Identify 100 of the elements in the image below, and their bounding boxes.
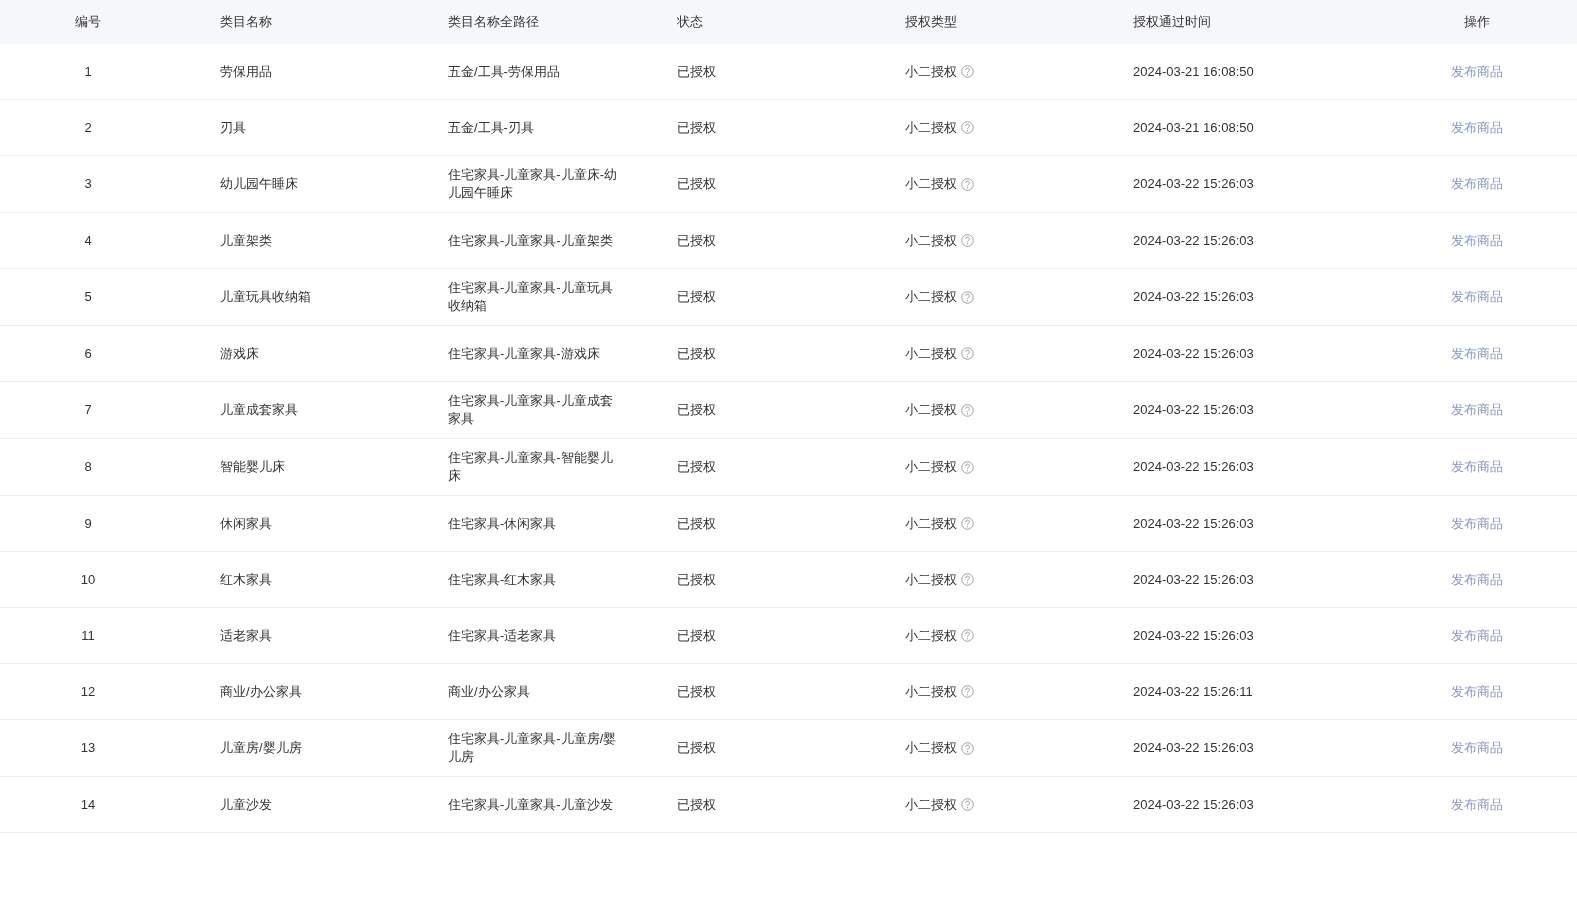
table-cell: 2024-03-21 16:08:50	[1133, 63, 1254, 79]
table-cell-text: 小二授权	[905, 231, 957, 250]
table-cell-text: 小二授权	[905, 175, 957, 194]
publish-link[interactable]: 发布商品	[1451, 61, 1503, 82]
publish-link[interactable]: 发布商品	[1451, 400, 1503, 420]
table-cell: 已授权	[677, 402, 716, 418]
table-cell: 儿童架类	[220, 232, 272, 248]
help-icon[interactable]	[961, 347, 974, 360]
table-cell: 已授权	[677, 683, 716, 699]
table-cell-text: 住宅家具-儿童家具-儿童成套家具	[448, 392, 614, 428]
table-cell-text: 住宅家具-儿童家具-游戏床	[448, 344, 601, 363]
table-cell: 2024-03-22 15:26:03	[1133, 459, 1254, 475]
help-icon[interactable]	[961, 290, 974, 304]
table-cell: 儿童沙发	[220, 796, 272, 812]
help-icon[interactable]	[961, 685, 974, 698]
publish-link[interactable]: 发布商品	[1451, 569, 1503, 590]
table-cell-text: 住宅家具-适老家具	[448, 626, 558, 645]
table-cell-text: 住宅家具-儿童家具-儿童沙发	[448, 795, 614, 814]
table-cell: 2024-03-22 15:26:11	[1133, 683, 1253, 699]
table-cell-text: 小二授权	[905, 401, 957, 420]
table-cell: 适老家具	[220, 627, 272, 643]
table-cell-text: 小二授权	[905, 118, 957, 137]
publish-link[interactable]: 发布商品	[1451, 287, 1503, 307]
table-cell: 已授权	[677, 176, 716, 192]
table-cell: 2024-03-22 15:26:03	[1133, 402, 1254, 418]
table-cell-text: 小二授权	[905, 458, 957, 477]
publish-link[interactable]: 发布商品	[1451, 117, 1503, 138]
table-cell-text: 4	[84, 231, 92, 250]
table-cell: 2024-03-22 15:26:03	[1133, 627, 1254, 643]
table-cell-text: 小二授权	[905, 682, 957, 701]
publish-link[interactable]: 发布商品	[1451, 681, 1503, 702]
table-cell-text: 6	[84, 344, 92, 363]
table-cell: 劳保用品	[220, 63, 272, 79]
help-icon[interactable]	[961, 460, 974, 474]
table-cell-text: 3	[84, 175, 92, 194]
table-cell: 儿童成套家具	[220, 402, 298, 418]
column-header: 编号	[75, 13, 101, 32]
table-cell: 已授权	[677, 289, 716, 305]
table-cell: 儿童房/婴儿房	[220, 740, 302, 756]
help-icon[interactable]	[961, 403, 974, 417]
column-header: 类目名称	[220, 14, 272, 30]
table-cell-text: 13	[80, 739, 96, 758]
table-cell: 已授权	[677, 571, 716, 587]
table-cell: 儿童玩具收纳箱	[220, 289, 311, 305]
table-cell-text: 9	[84, 514, 92, 533]
table-cell: 刃具	[220, 119, 246, 135]
help-icon[interactable]	[961, 177, 974, 191]
table-cell-text: 五金/工具-劳保用品	[448, 62, 561, 81]
column-header: 授权通过时间	[1133, 14, 1211, 30]
table-cell-text: 住宅家具-儿童家具-儿童床-幼儿园午睡床	[448, 166, 618, 202]
publish-link[interactable]: 发布商品	[1451, 625, 1503, 646]
help-icon[interactable]	[961, 121, 974, 134]
table-cell: 商业/办公家具	[220, 683, 302, 699]
table-cell: 2024-03-22 15:26:03	[1133, 176, 1254, 192]
help-icon[interactable]	[961, 741, 974, 755]
table-cell: 已授权	[677, 232, 716, 248]
table-cell-text: 5	[84, 288, 92, 307]
table-cell-text: 住宅家具-儿童家具-儿童玩具收纳箱	[448, 279, 614, 315]
table-cell: 2024-03-22 15:26:03	[1133, 232, 1254, 248]
table-cell-text: 五金/工具-刃具	[448, 118, 535, 137]
table-cell-text: 2	[84, 118, 92, 137]
publish-link[interactable]: 发布商品	[1451, 513, 1503, 534]
column-header: 授权类型	[905, 14, 957, 30]
table-cell-text: 小二授权	[905, 626, 957, 645]
help-icon[interactable]	[961, 65, 974, 78]
publish-link[interactable]: 发布商品	[1451, 174, 1503, 194]
table-cell: 红木家具	[220, 571, 272, 587]
table-cell: 2024-03-22 15:26:03	[1133, 289, 1254, 305]
table-cell: 2024-03-22 15:26:03	[1133, 796, 1254, 812]
table-cell-text: 小二授权	[905, 62, 957, 81]
table-cell-text: 12	[80, 682, 96, 701]
publish-link[interactable]: 发布商品	[1451, 343, 1503, 364]
table-cell: 2024-03-21 16:08:50	[1133, 119, 1254, 135]
publish-link[interactable]: 发布商品	[1451, 738, 1503, 758]
table-cell: 已授权	[677, 459, 716, 475]
table-cell-text: 住宅家具-儿童家具-智能婴儿床	[448, 449, 614, 485]
help-icon[interactable]	[961, 798, 974, 811]
help-icon[interactable]	[961, 573, 974, 586]
publish-link[interactable]: 发布商品	[1451, 457, 1503, 477]
table-cell-text: 小二授权	[905, 344, 957, 363]
table-cell: 2024-03-22 15:26:03	[1133, 515, 1254, 531]
table-cell: 已授权	[677, 63, 716, 79]
table-cell: 休闲家具	[220, 515, 272, 531]
table-cell: 已授权	[677, 796, 716, 812]
table-cell-text: 住宅家具-儿童家具-儿童房/婴儿房	[448, 730, 618, 766]
table-cell-text: 小二授权	[905, 570, 957, 589]
help-icon[interactable]	[961, 517, 974, 530]
table-cell-text: 小二授权	[905, 795, 957, 814]
table-cell: 已授权	[677, 119, 716, 135]
help-icon[interactable]	[961, 234, 974, 247]
publish-link[interactable]: 发布商品	[1451, 230, 1503, 251]
table-cell-text: 11	[81, 626, 95, 645]
publish-link[interactable]: 发布商品	[1451, 794, 1503, 815]
help-icon[interactable]	[961, 629, 974, 642]
table-cell: 2024-03-22 15:26:03	[1133, 345, 1254, 361]
table-cell-text: 7	[84, 401, 92, 420]
column-header: 状态	[677, 14, 703, 30]
table-cell-text: 住宅家具-红木家具	[448, 570, 558, 589]
table-cell-text: 住宅家具-儿童家具-儿童架类	[448, 231, 614, 250]
table-cell-text: 14	[80, 795, 96, 814]
